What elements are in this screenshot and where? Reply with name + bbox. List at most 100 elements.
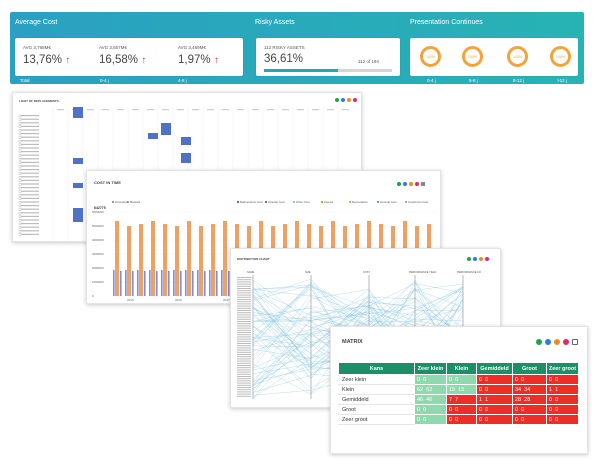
row-label bbox=[19, 205, 39, 207]
kpi-banner: Average Cost Risky Assets Presentation C… bbox=[10, 12, 584, 84]
matrix-cell[interactable]: 34 34 bbox=[512, 384, 547, 395]
legend-swatch bbox=[405, 201, 407, 203]
name-label bbox=[237, 318, 251, 320]
row-checkbox bbox=[18, 132, 22, 136]
orange-dot-icon[interactable] bbox=[554, 339, 560, 345]
name-label bbox=[237, 314, 251, 316]
matrix-cell[interactable]: 0 0 bbox=[414, 404, 447, 415]
blue-bar bbox=[197, 270, 199, 296]
blue-bar bbox=[144, 271, 146, 296]
row-label bbox=[19, 226, 39, 228]
ring-footer: 8-12 j bbox=[513, 78, 525, 83]
row-label bbox=[19, 125, 39, 127]
kpi-footer: 4-8 j bbox=[178, 78, 187, 83]
matrix-cell[interactable]: 7 7 bbox=[446, 394, 477, 405]
row-checkbox bbox=[18, 158, 22, 161]
matrix-cell[interactable]: 0 0 bbox=[512, 414, 547, 425]
matrix-cell[interactable]: 0 0 bbox=[476, 404, 513, 415]
matrix-cell[interactable]: 0 0 bbox=[512, 374, 547, 385]
tick-label: 3000000 bbox=[92, 252, 104, 256]
risky-assets-card[interactable]: 112 RISKY ASSETS 36,61% 112 of 194 bbox=[256, 38, 400, 76]
column-header bbox=[87, 109, 94, 111]
name-label bbox=[237, 389, 251, 391]
gauge-ring[interactable]: 100% bbox=[420, 46, 441, 67]
matrix-cell[interactable]: 0 0 bbox=[546, 404, 579, 415]
name-label bbox=[237, 387, 251, 388]
column-header[interactable]: Kans bbox=[338, 362, 415, 375]
legend-label: Occupied bbox=[115, 200, 128, 204]
blue-bar bbox=[120, 271, 122, 296]
average-cost-card[interactable]: AVG 3,768M€ 13,76% ↑ AVG 3,557M€ 16,58% … bbox=[15, 38, 243, 76]
name-label bbox=[237, 393, 251, 395]
name-label bbox=[237, 334, 251, 336]
row-label bbox=[19, 183, 39, 185]
risky-count: 112 of 194 bbox=[358, 59, 379, 64]
green-dot-icon[interactable] bbox=[536, 339, 542, 345]
matrix-cell[interactable]: 0 0 bbox=[476, 414, 513, 425]
gantt-block bbox=[181, 153, 191, 163]
column-header[interactable]: Groot bbox=[512, 362, 547, 375]
risky-value: 36,61% bbox=[264, 53, 304, 65]
row-label bbox=[19, 147, 39, 149]
name-label bbox=[237, 290, 251, 292]
row-checkbox bbox=[18, 208, 22, 211]
blue-dot-icon[interactable] bbox=[545, 339, 551, 345]
name-label bbox=[237, 312, 251, 314]
blue-bar bbox=[132, 271, 134, 296]
column-header[interactable]: Klein bbox=[446, 362, 477, 375]
column-header[interactable]: Gemiddeld bbox=[476, 362, 513, 375]
pink-dot-icon[interactable] bbox=[563, 339, 569, 345]
name-label bbox=[237, 371, 251, 373]
matrix-cell[interactable]: 1 1 bbox=[476, 394, 513, 405]
name-label bbox=[237, 340, 251, 342]
name-label bbox=[237, 360, 251, 362]
name-label bbox=[237, 391, 251, 393]
column-header[interactable]: Zeer groot bbox=[546, 362, 579, 375]
matrix-cell[interactable]: 0 0 bbox=[476, 374, 513, 385]
risky-progress-track bbox=[264, 69, 392, 72]
matrix-cell[interactable]: 62 62 bbox=[414, 384, 447, 395]
matrix-cell[interactable]: 0 0 bbox=[546, 374, 579, 385]
tick-label: 5000000 bbox=[92, 224, 104, 228]
gauge-ring[interactable]: 100% bbox=[462, 46, 483, 67]
matrix-cell[interactable]: 0 0 bbox=[414, 414, 447, 425]
matrix-cell[interactable]: 0 0 bbox=[446, 404, 477, 415]
column-header[interactable]: Zeer klein bbox=[414, 362, 447, 375]
gauge-ring[interactable]: 100% bbox=[507, 46, 528, 67]
ring-footer: 5-8 j bbox=[469, 78, 478, 83]
name-label bbox=[237, 285, 251, 287]
export-icon[interactable] bbox=[572, 339, 578, 345]
legend-swatch bbox=[293, 201, 295, 203]
matrix-cell[interactable]: 0 0 bbox=[546, 414, 579, 425]
matrix-cell[interactable]: 0 0 bbox=[446, 414, 477, 425]
gauge-ring[interactable]: 100% bbox=[550, 46, 571, 67]
orange-bar bbox=[163, 224, 167, 296]
name-label bbox=[237, 327, 251, 329]
matrix-cell[interactable]: 1 1 bbox=[546, 384, 579, 395]
matrix-cell[interactable]: 46 46 bbox=[414, 394, 447, 405]
row-label bbox=[19, 215, 39, 217]
matrix-cell[interactable]: 28 28 bbox=[512, 394, 547, 405]
name-label bbox=[237, 369, 251, 371]
blue-bar bbox=[113, 270, 115, 296]
ring-value: 100% bbox=[556, 55, 565, 59]
risky-assets-title: Risky Assets bbox=[255, 19, 295, 26]
name-label bbox=[237, 349, 251, 351]
matrix-cell[interactable]: 0 0 bbox=[446, 374, 477, 385]
row-label bbox=[19, 223, 39, 225]
matrix-cell[interactable]: 15 15 bbox=[446, 384, 477, 395]
kpi-footer: Total bbox=[20, 78, 30, 83]
name-label bbox=[237, 384, 251, 386]
matrix-cell[interactable]: 0 0 bbox=[512, 404, 547, 415]
matrix-cell[interactable]: 0 0 bbox=[414, 374, 447, 385]
orange-bar bbox=[223, 221, 227, 296]
row-checkbox bbox=[18, 230, 22, 233]
axis-label: SIZE bbox=[305, 271, 311, 274]
name-label bbox=[237, 307, 251, 309]
matrix-cell[interactable]: 0 0 bbox=[546, 394, 579, 405]
row-checkbox bbox=[18, 215, 22, 218]
matrix-cell[interactable]: 0 0 bbox=[476, 384, 513, 395]
legend-label: Operate Cost bbox=[268, 200, 285, 204]
blue-bar bbox=[185, 270, 187, 296]
column-header bbox=[312, 109, 319, 111]
